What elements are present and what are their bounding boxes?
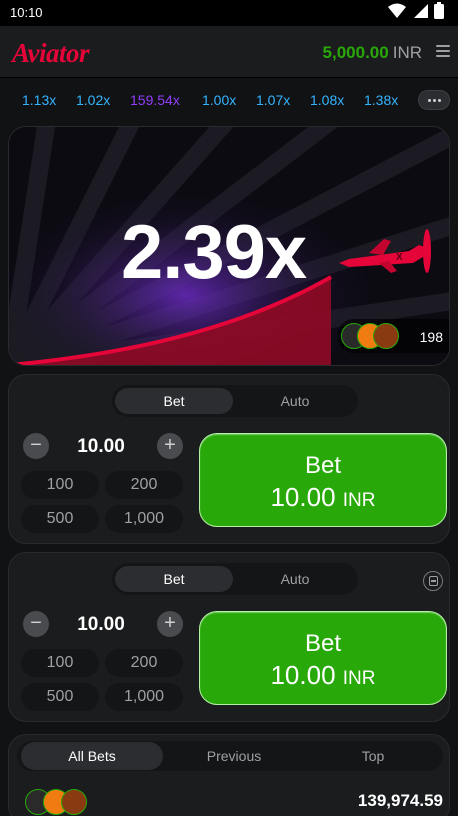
signal-icon [414,3,428,18]
quick-amount-button[interactable]: 1,000 [105,505,183,533]
minus-icon[interactable]: − [23,611,49,637]
history-item: 1.02x [76,92,111,108]
quick-amount-button[interactable]: 1,000 [105,683,183,711]
aviator-logo[interactable]: Aviator [12,38,90,69]
quick-amount-button[interactable]: 100 [21,649,99,677]
tab-all-bets[interactable]: All Bets [21,742,163,770]
balance-currency: INR [392,43,422,62]
header: Aviator 5,000.00 INR [0,26,458,78]
status-icons [388,2,444,19]
wifi-icon [388,3,406,18]
quick-amount-button[interactable]: 500 [21,683,99,711]
bet-button-amount-value: 10.00 [270,660,336,690]
plus-icon[interactable]: + [157,611,183,637]
tab-auto[interactable]: Auto [236,388,354,414]
aviator-app: Aviator 5,000.00 INR 1.13x 1.02x 159.54x … [0,26,458,816]
bet-amount-value[interactable]: 10.00 [51,614,151,636]
amount-stepper: − 10.00 + [21,609,183,641]
history-item: 1.00x [202,92,237,108]
players-online: 198 [337,319,449,353]
history-item: 159.54x [130,92,180,108]
tab-top[interactable]: Top [305,742,441,770]
avatar [61,789,87,815]
quick-amount-button[interactable]: 100 [21,471,99,499]
bet-button-currency: INR [342,668,376,689]
bet-panel-2: Bet Auto − 10.00 + 100 200 500 1,000 Bet… [8,552,450,722]
history-item: 1.38x [364,92,399,108]
place-bet-button[interactable]: Bet 10.00 INR [199,611,447,705]
bet-button-amount: 10.00 INR [200,660,446,691]
bets-tabs: All Bets Previous Top [17,741,443,771]
current-multiplier: 2.39x [121,210,307,295]
more-icon[interactable] [418,90,450,110]
amount-stepper: − 10.00 + [21,431,183,463]
quick-amount-button[interactable]: 200 [105,471,183,499]
bet-panel-1: Bet Auto − 10.00 + 100 200 500 1,000 Bet… [8,374,450,544]
bet-button-label: Bet [304,452,342,479]
balance: 5,000.00 INR [323,43,422,63]
bet-mode-tabs: Bet Auto [112,563,358,595]
history-item: 1.07x [256,92,291,108]
tab-auto[interactable]: Auto [236,566,354,592]
tab-bet[interactable]: Bet [115,566,233,592]
multiplier-history: 1.13x 1.02x 159.54x 1.00x 1.07x 1.08x 1.… [0,78,458,124]
battery-icon [434,2,444,19]
remove-panel-icon[interactable] [423,571,443,591]
balance-amount: 5,000.00 [322,43,389,62]
bets-section: All Bets Previous Top 139,974.59 [8,734,450,816]
svg-text:X: X [396,252,403,263]
tab-bet[interactable]: Bet [115,388,233,414]
bet-mode-tabs: Bet Auto [112,385,358,417]
quick-amount-button[interactable]: 500 [21,505,99,533]
tab-previous[interactable]: Previous [163,742,305,770]
bet-button-amount-value: 10.00 [270,482,336,512]
avatar [373,323,399,349]
status-time: 10:10 [10,5,43,20]
bets-avatars [21,785,101,815]
menu-icon[interactable] [436,45,450,59]
bet-button-label: Bet [304,630,342,657]
status-bar: 10:10 [0,0,458,26]
bet-button-amount: 10.00 INR [200,482,446,513]
total-bets-amount: 139,974.59 [357,791,443,810]
bet-amount-value[interactable]: 10.00 [51,436,151,458]
history-item: 1.13x [22,92,57,108]
players-count: 198 [419,329,443,345]
bet-button-currency: INR [342,490,376,511]
quick-amount-button[interactable]: 200 [105,649,183,677]
game-area: X 2.39x 198 [8,126,450,366]
place-bet-button[interactable]: Bet 10.00 INR [199,433,447,527]
minus-icon[interactable]: − [23,433,49,459]
plus-icon[interactable]: + [157,433,183,459]
history-item: 1.08x [310,92,345,108]
